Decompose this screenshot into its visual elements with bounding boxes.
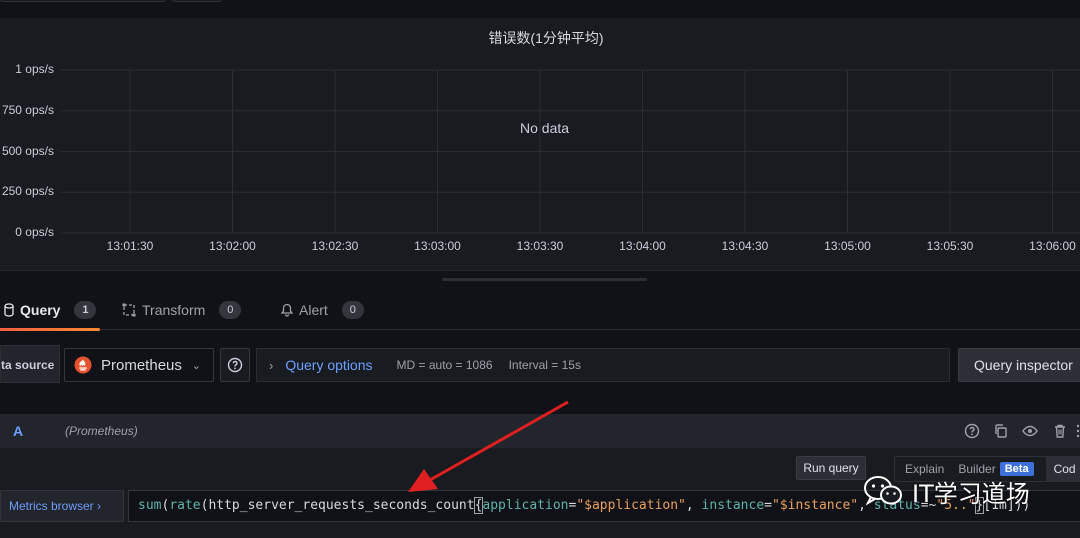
query-options-title: Query options	[285, 357, 373, 373]
x-axis-tick-label: 13:04:00	[619, 239, 666, 253]
code-token: sum	[138, 498, 162, 513]
panel-resize-handle[interactable]	[442, 278, 647, 281]
x-axis-tick-label: 13:01:30	[106, 239, 154, 253]
chevron-right-icon: ›	[269, 357, 274, 373]
editor-tabs: Query 1 Transform 0 Alert 0	[0, 290, 1080, 331]
tab-alert-count: 0	[341, 301, 364, 319]
query-ref-id[interactable]: A	[13, 423, 23, 439]
drag-handle-icon[interactable]	[1074, 423, 1080, 439]
code-token: ,	[685, 498, 702, 513]
run-query-button[interactable]: Run query	[796, 456, 866, 480]
code-token: =	[764, 498, 772, 513]
x-axis-tick-label: 13:02:00	[209, 239, 256, 253]
tab-alert[interactable]: Alert 0	[281, 290, 364, 330]
datasource-label: ta source	[0, 345, 60, 383]
tab-transform[interactable]: Transform 0	[122, 290, 242, 330]
query-options-toggle[interactable]: › Query options MD = auto = 1086 Interva…	[256, 348, 950, 382]
x-axis-tick-label: 13:03:30	[516, 239, 564, 253]
interval-value: Interval = 15s	[508, 358, 581, 372]
trash-icon[interactable]	[1052, 423, 1068, 439]
tab-transform-count: 0	[219, 301, 242, 319]
metrics-browser-button[interactable]: Metrics browser ›	[0, 490, 124, 522]
tab-query-count: 1	[74, 301, 97, 319]
max-data-points: MD = auto = 1086	[396, 358, 493, 372]
wechat-icon	[864, 476, 902, 506]
prometheus-icon	[74, 356, 92, 374]
y-axis-tick-label: 1 ops/s	[15, 62, 54, 76]
x-axis-tick-label: 13:06:00	[1029, 239, 1076, 253]
eye-icon[interactable]	[1022, 423, 1038, 439]
top-toolbar	[0, 0, 1080, 18]
chevron-down-icon: ⌄	[191, 360, 201, 372]
datasource-picker[interactable]: Prometheus ⌄	[64, 348, 214, 382]
tab-alert-label: Alert	[299, 302, 328, 318]
code-token: "$instance"	[772, 498, 859, 513]
y-axis-tick-label: 750 ops/s	[1, 102, 54, 117]
transform-icon	[122, 303, 136, 317]
tab-query[interactable]: Query 1	[0, 290, 101, 331]
duplicate-icon[interactable]	[993, 423, 1009, 439]
x-axis-tick-label: 13:05:30	[926, 239, 974, 253]
query-inspector-button[interactable]: Query inspector	[958, 348, 1080, 382]
no-data-message: No data	[520, 120, 570, 136]
graph-panel: 错误数(1分钟平均) 1 ops/s 750 ops/s 500 ops/s 250 …	[0, 18, 1080, 271]
datasource-row: ta source Prometheus ⌄ › Query options M…	[0, 345, 1080, 385]
bell-icon	[281, 303, 293, 317]
x-axis-tick-label: 13:04:30	[721, 239, 769, 253]
y-axis-tick-label: 250 ops/s	[1, 184, 54, 199]
tab-transform-label: Transform	[142, 302, 206, 318]
question-circle-icon	[227, 357, 243, 373]
datasource-name: Prometheus	[101, 356, 182, 374]
help-icon[interactable]	[964, 423, 980, 439]
x-axis-tick-label: 13:02:30	[311, 239, 359, 253]
toolbar-control[interactable]	[0, 0, 166, 2]
toolbar-control[interactable]	[172, 0, 222, 2]
code-token: rate	[169, 498, 201, 513]
code-token: application	[482, 498, 569, 513]
code-token: http_server_requests_seconds_count	[208, 498, 475, 513]
database-icon	[4, 303, 14, 317]
y-axis-tick-label: 0 ops/s	[15, 225, 54, 239]
query-datasource-name: (Prometheus)	[65, 424, 138, 438]
y-axis-tick-label: 500 ops/s	[1, 143, 54, 158]
x-axis-tick-label: 13:03:00	[414, 239, 461, 253]
tab-query-label: Query	[20, 302, 61, 318]
code-token: "$application"	[576, 498, 686, 513]
graph-grid	[60, 69, 1080, 234]
code-token: instance	[701, 498, 765, 513]
datasource-help-button[interactable]	[220, 348, 250, 382]
watermark: IT学习道场	[862, 474, 1052, 508]
x-axis-tick-label: 13:05:00	[824, 239, 871, 253]
watermark-text: IT学习道场	[912, 479, 1030, 508]
query-row-header[interactable]: A (Prometheus)	[0, 414, 1080, 448]
